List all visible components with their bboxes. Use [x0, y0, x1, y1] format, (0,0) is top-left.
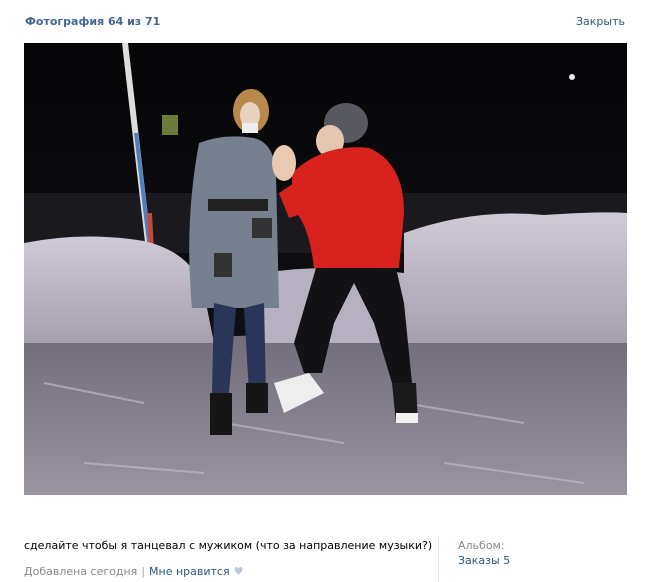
album-link[interactable]: Заказы 5: [458, 554, 510, 567]
photo-scene: [24, 43, 627, 495]
heart-icon[interactable]: ♥: [234, 565, 244, 578]
photo-info: сделайте чтобы я танцевал с мужиком (что…: [0, 520, 651, 582]
album-label: Альбом:: [458, 539, 505, 552]
photo-viewer-header: Фотография 64 из 71 Закрыть: [0, 0, 651, 42]
like-button[interactable]: Мне нравится: [149, 565, 230, 578]
meta-separator: |: [141, 565, 146, 578]
close-button[interactable]: Закрыть: [576, 15, 625, 28]
photo-meta: Добавлена сегодня | Мне нравится ♥: [24, 565, 243, 578]
photo-image[interactable]: [24, 43, 627, 495]
added-date: Добавлена сегодня: [24, 565, 138, 578]
photo-counter: Фотография 64 из 71: [25, 15, 161, 28]
photo-caption: сделайте чтобы я танцевал с мужиком (что…: [24, 539, 433, 552]
divider: [438, 536, 439, 582]
